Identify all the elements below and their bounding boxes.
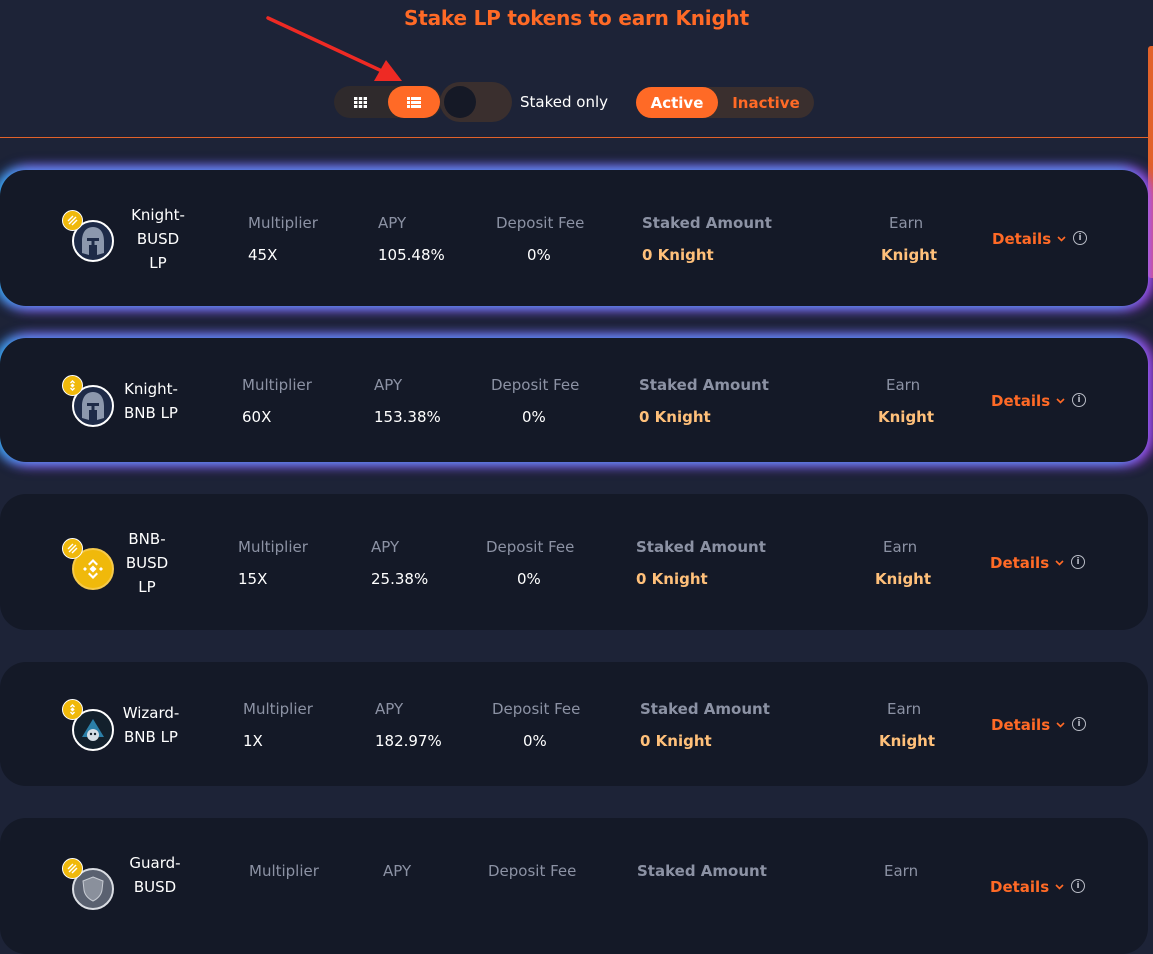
staked-amount-value: 0 Knight <box>642 246 714 264</box>
staked-amount-value: 0 Knight <box>640 732 712 750</box>
earn-value: Knight <box>875 570 932 588</box>
staked-amount-label: Staked Amount <box>640 700 770 718</box>
busd-icon <box>62 858 83 879</box>
details-button[interactable]: Details <box>991 392 1065 410</box>
pair-name: Knight- BUSD LP <box>131 206 185 272</box>
staked-only-toggle[interactable] <box>440 82 512 122</box>
deposit-fee-value: 0% <box>517 570 541 588</box>
tab-inactive[interactable]: Inactive <box>718 87 814 118</box>
view-mode-toggle <box>334 86 442 118</box>
deposit-fee-label: Deposit Fee <box>491 376 580 394</box>
farm-row[interactable]: BNB- BUSD LP Multiplier 15X APY 25.38% D… <box>0 494 1148 630</box>
info-icon[interactable]: i <box>1072 393 1086 407</box>
multiplier-label: Multiplier <box>248 214 318 232</box>
pair-logo <box>62 375 114 427</box>
earn-label: Earn <box>889 214 924 232</box>
pair-name: Wizard- BNB LP <box>122 704 180 746</box>
staked-amount-label: Staked Amount <box>642 214 772 232</box>
info-icon[interactable]: i <box>1073 231 1087 245</box>
deposit-fee-label: Deposit Fee <box>486 538 575 556</box>
earn-label: Earn <box>884 862 919 880</box>
grid-icon <box>353 96 367 108</box>
staked-amount-label: Staked Amount <box>636 538 766 556</box>
apy-value: 153.38% <box>374 408 441 426</box>
busd-icon <box>62 210 83 231</box>
apy-label: APY <box>374 376 403 394</box>
grid-view-button[interactable] <box>334 86 386 118</box>
deposit-fee-label: Deposit Fee <box>492 700 581 718</box>
chevron-down-icon <box>1056 398 1065 404</box>
details-button[interactable]: Details <box>992 230 1066 248</box>
farm-row[interactable]: Guard- BUSD Multiplier APY Deposit Fee S… <box>0 818 1148 954</box>
apy-value: 182.97% <box>375 732 442 750</box>
chevron-down-icon <box>1057 236 1066 242</box>
apy-value: 105.48% <box>378 246 445 264</box>
annotation-arrow-icon <box>266 16 402 81</box>
apy-label: APY <box>371 538 400 556</box>
info-icon[interactable]: i <box>1072 717 1086 731</box>
apy-value: 25.38% <box>371 570 429 588</box>
staked-amount-label: Staked Amount <box>639 376 769 394</box>
earn-label: Earn <box>883 538 918 556</box>
chevron-down-icon <box>1055 560 1064 566</box>
multiplier-value: 1X <box>243 732 263 750</box>
earn-value: Knight <box>881 246 938 264</box>
details-button[interactable]: Details <box>990 554 1064 572</box>
list-icon <box>407 96 421 108</box>
multiplier-label: Multiplier <box>242 376 312 394</box>
deposit-fee-label: Deposit Fee <box>496 214 585 232</box>
multiplier-label: Multiplier <box>238 538 308 556</box>
bnb-icon <box>62 375 83 396</box>
pair-logo <box>62 699 114 751</box>
busd-icon <box>62 538 83 559</box>
farm-row[interactable]: Knight- BUSD LP Multiplier 45X APY 105.4… <box>0 170 1148 306</box>
staked-only-label: Staked only <box>520 93 608 111</box>
details-button[interactable]: Details <box>990 878 1064 896</box>
chevron-down-icon <box>1056 722 1065 728</box>
deposit-fee-value: 0% <box>527 246 551 264</box>
info-icon[interactable]: i <box>1071 555 1085 569</box>
apy-label: APY <box>378 214 407 232</box>
pair-name: Guard- BUSD <box>129 854 181 896</box>
list-view-button[interactable] <box>388 86 440 118</box>
details-button[interactable]: Details <box>991 716 1065 734</box>
apy-label: APY <box>375 700 404 718</box>
pair-name: BNB- BUSD LP <box>125 530 169 596</box>
multiplier-value: 45X <box>248 246 278 264</box>
pair-logo <box>62 210 114 262</box>
earn-value: Knight <box>879 732 936 750</box>
bnb-icon <box>62 699 83 720</box>
deposit-fee-value: 0% <box>523 732 547 750</box>
deposit-fee-value: 0% <box>522 408 546 426</box>
staked-amount-value: 0 Knight <box>639 408 711 426</box>
toggle-knob <box>444 86 476 118</box>
farm-row[interactable]: Knight- BNB LP Multiplier 60X APY 153.38… <box>0 338 1148 462</box>
staked-amount-label: Staked Amount <box>637 862 767 880</box>
multiplier-label: Multiplier <box>249 862 319 880</box>
earn-value: Knight <box>878 408 935 426</box>
tab-active[interactable]: Active <box>636 87 718 118</box>
pair-logo <box>62 538 114 590</box>
farm-row[interactable]: Wizard- BNB LP Multiplier 1X APY 182.97%… <box>0 662 1148 786</box>
scrollbar-thumb[interactable] <box>1148 46 1153 278</box>
multiplier-label: Multiplier <box>243 700 313 718</box>
chevron-down-icon <box>1055 884 1064 890</box>
info-icon[interactable]: i <box>1071 879 1085 893</box>
earn-label: Earn <box>886 376 921 394</box>
pair-name: Knight- BNB LP <box>124 380 178 422</box>
multiplier-value: 60X <box>242 408 272 426</box>
page-title: Stake LP tokens to earn Knight <box>404 6 749 30</box>
apy-label: APY <box>383 862 412 880</box>
staked-amount-value: 0 Knight <box>636 570 708 588</box>
deposit-fee-label: Deposit Fee <box>488 862 577 880</box>
earn-label: Earn <box>887 700 922 718</box>
multiplier-value: 15X <box>238 570 268 588</box>
status-tabs: Active Inactive <box>636 87 814 118</box>
